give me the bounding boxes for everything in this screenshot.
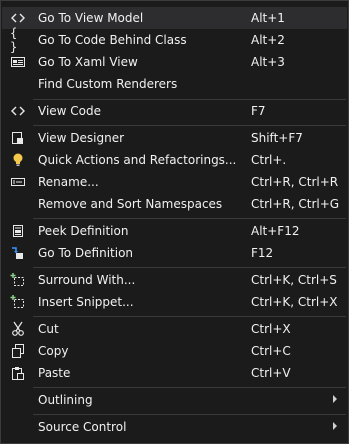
menu-item-label: Source Control <box>38 420 127 434</box>
menu-item-shortcut: Ctrl+K, Ctrl+S <box>251 273 337 287</box>
menu-item-cut[interactable]: Cut Ctrl+X <box>2 318 347 340</box>
menu-item-shortcut: F7 <box>251 104 266 118</box>
menu-item-paste[interactable]: Paste Ctrl+V <box>2 362 347 384</box>
menu-item-shortcut: F12 <box>251 246 274 260</box>
menu-item-shortcut: Alt+3 <box>251 55 285 69</box>
rename-icon <box>10 174 26 190</box>
menu-item-label: Copy <box>38 344 69 358</box>
lightbulb-icon <box>10 152 26 168</box>
insert-snippet-icon <box>10 294 26 310</box>
code-brackets-icon <box>10 10 26 26</box>
menu-item-shortcut: Ctrl+. <box>251 153 287 167</box>
menu-item-outlining[interactable]: Outlining <box>2 389 347 411</box>
menu-item-label: Insert Snippet... <box>38 295 134 309</box>
paste-icon <box>10 365 26 381</box>
menu-separator <box>33 125 346 126</box>
menu-item-label: Surround With... <box>38 273 136 287</box>
menu-item-label: Find Custom Renderers <box>38 77 178 91</box>
menu-item-label: View Code <box>38 104 102 118</box>
menu-item-shortcut: Alt+F12 <box>251 224 300 238</box>
menu-item-source-control[interactable]: Source Control <box>2 416 347 438</box>
menu-item-label: Cut <box>38 322 59 336</box>
menu-item-go-to-view-model[interactable]: Go To View Model Alt+1 <box>2 7 347 29</box>
menu-item-label: Remove and Sort Namespaces <box>38 197 223 211</box>
menu-item-rename[interactable]: Rename... Ctrl+R, Ctrl+R <box>2 171 347 193</box>
menu-separator <box>33 387 346 388</box>
code-brackets-icon <box>10 103 26 119</box>
menu-item-view-code[interactable]: View Code F7 <box>2 100 347 122</box>
submenu-arrow-icon <box>333 422 337 430</box>
menu-item-shortcut: Ctrl+X <box>251 322 291 336</box>
menu-separator <box>33 218 346 219</box>
go-to-definition-icon <box>10 245 26 261</box>
menu-item-shortcut: Alt+1 <box>251 11 285 25</box>
curly-braces-icon: { } <box>10 26 18 54</box>
menu-item-go-to-xaml-view[interactable]: Go To Xaml View Alt+3 <box>2 51 347 73</box>
menu-item-shortcut: Ctrl+K, Ctrl+X <box>251 295 338 309</box>
menu-item-shortcut: Shift+F7 <box>251 131 303 145</box>
menu-item-label: View Designer <box>38 131 125 145</box>
menu-item-label: Go To Xaml View <box>38 55 138 69</box>
copy-icon <box>10 343 26 359</box>
menu-item-label: Go To Definition <box>38 246 134 260</box>
menu-item-shortcut: Alt+2 <box>251 33 285 47</box>
menu-item-insert-snippet[interactable]: Insert Snippet... Ctrl+K, Ctrl+X <box>2 291 347 313</box>
menu-item-label: Peek Definition <box>38 224 129 238</box>
menu-item-label: Rename... <box>38 175 99 189</box>
menu-item-copy[interactable]: Copy Ctrl+C <box>2 340 347 362</box>
menu-item-shortcut: Ctrl+R, Ctrl+G <box>251 197 340 211</box>
menu-item-label: Go To View Model <box>38 11 144 25</box>
menu-separator <box>33 414 346 415</box>
menu-item-find-custom-renderers[interactable]: Find Custom Renderers <box>2 73 347 95</box>
menu-item-shortcut: Ctrl+V <box>251 366 291 380</box>
menu-item-peek-definition[interactable]: Peek Definition Alt+F12 <box>2 220 347 242</box>
menu-item-go-to-code-behind-class[interactable]: { } Go To Code Behind Class Alt+2 <box>2 26 347 54</box>
surround-with-icon <box>10 272 26 288</box>
menu-item-label: Paste <box>38 366 71 380</box>
menu-item-view-designer[interactable]: View Designer Shift+F7 <box>2 127 347 149</box>
menu-item-shortcut: Ctrl+R, Ctrl+R <box>251 175 339 189</box>
menu-item-label: Quick Actions and Refactorings... <box>38 153 237 167</box>
menu-separator <box>33 316 346 317</box>
menu-item-quick-actions[interactable]: Quick Actions and Refactorings... Ctrl+. <box>2 149 347 171</box>
menu-item-label: Go To Code Behind Class <box>38 33 187 47</box>
menu-item-label: Outlining <box>38 393 93 407</box>
xaml-view-icon <box>10 54 26 70</box>
menu-item-surround-with[interactable]: Surround With... Ctrl+K, Ctrl+S <box>2 269 347 291</box>
designer-icon <box>10 130 26 146</box>
menu-item-go-to-definition[interactable]: Go To Definition F12 <box>2 242 347 264</box>
peek-definition-icon <box>10 223 26 239</box>
submenu-arrow-icon <box>333 395 337 403</box>
menu-item-remove-and-sort-namespaces[interactable]: Remove and Sort Namespaces Ctrl+R, Ctrl+… <box>2 193 347 215</box>
menu-item-shortcut: Ctrl+C <box>251 344 291 358</box>
context-menu: Go To View Model Alt+1 { } Go To Code Be… <box>0 0 349 444</box>
menu-separator <box>33 267 346 268</box>
scissors-icon <box>10 321 26 337</box>
